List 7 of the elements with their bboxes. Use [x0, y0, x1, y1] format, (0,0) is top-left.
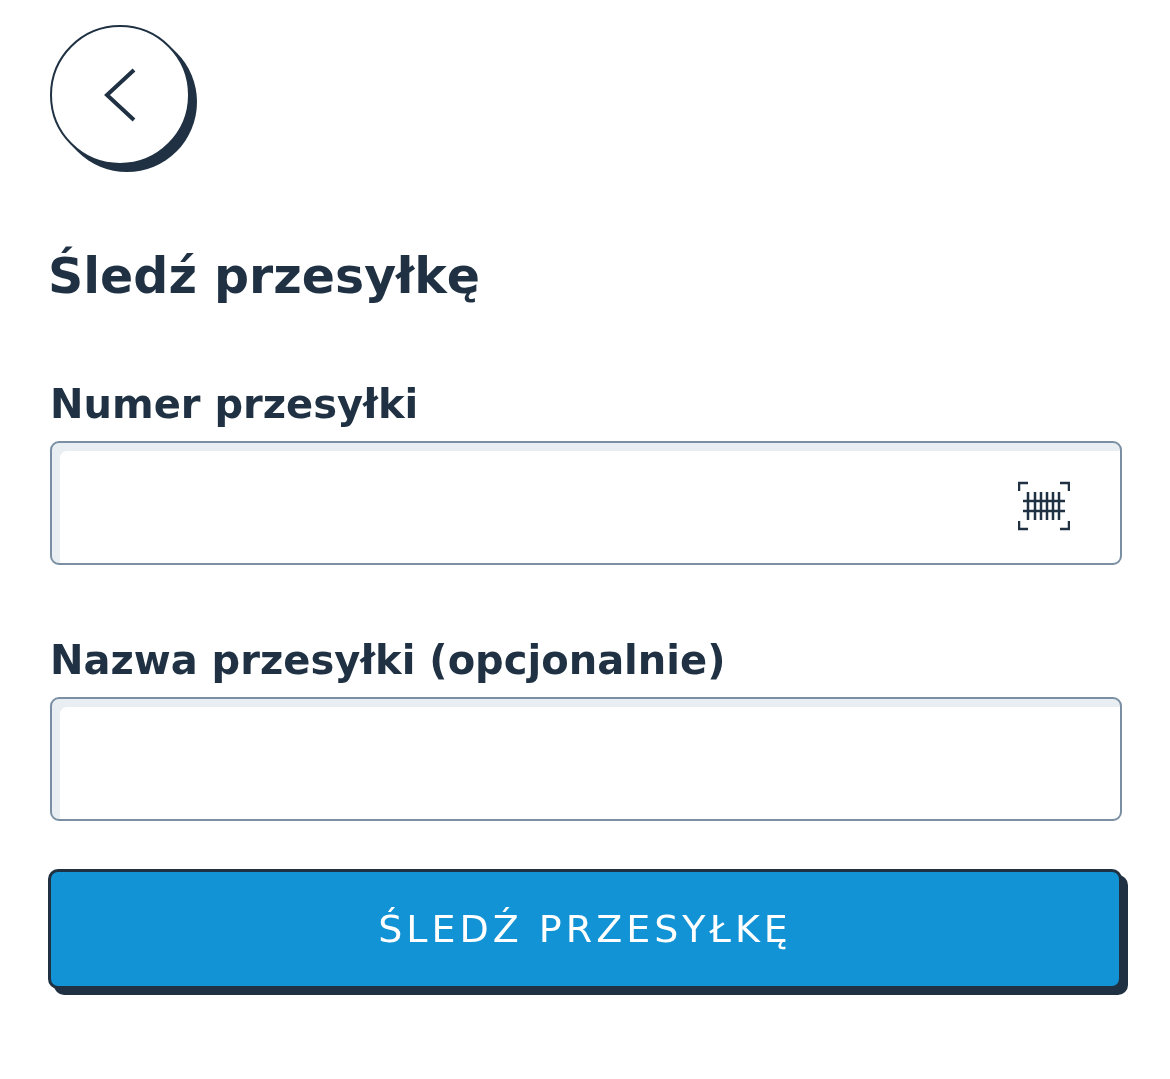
back-icon	[102, 67, 138, 123]
input-field[interactable]	[50, 697, 1122, 821]
page-title: Śledź przesyłkę	[48, 247, 481, 307]
field-label: Numer przesyłki	[50, 380, 419, 429]
field-label: Nazwa przesyłki (opcjonalnie)	[50, 636, 726, 685]
barcode-scan-icon[interactable]	[1018, 481, 1070, 531]
input-field[interactable]	[50, 441, 1122, 565]
